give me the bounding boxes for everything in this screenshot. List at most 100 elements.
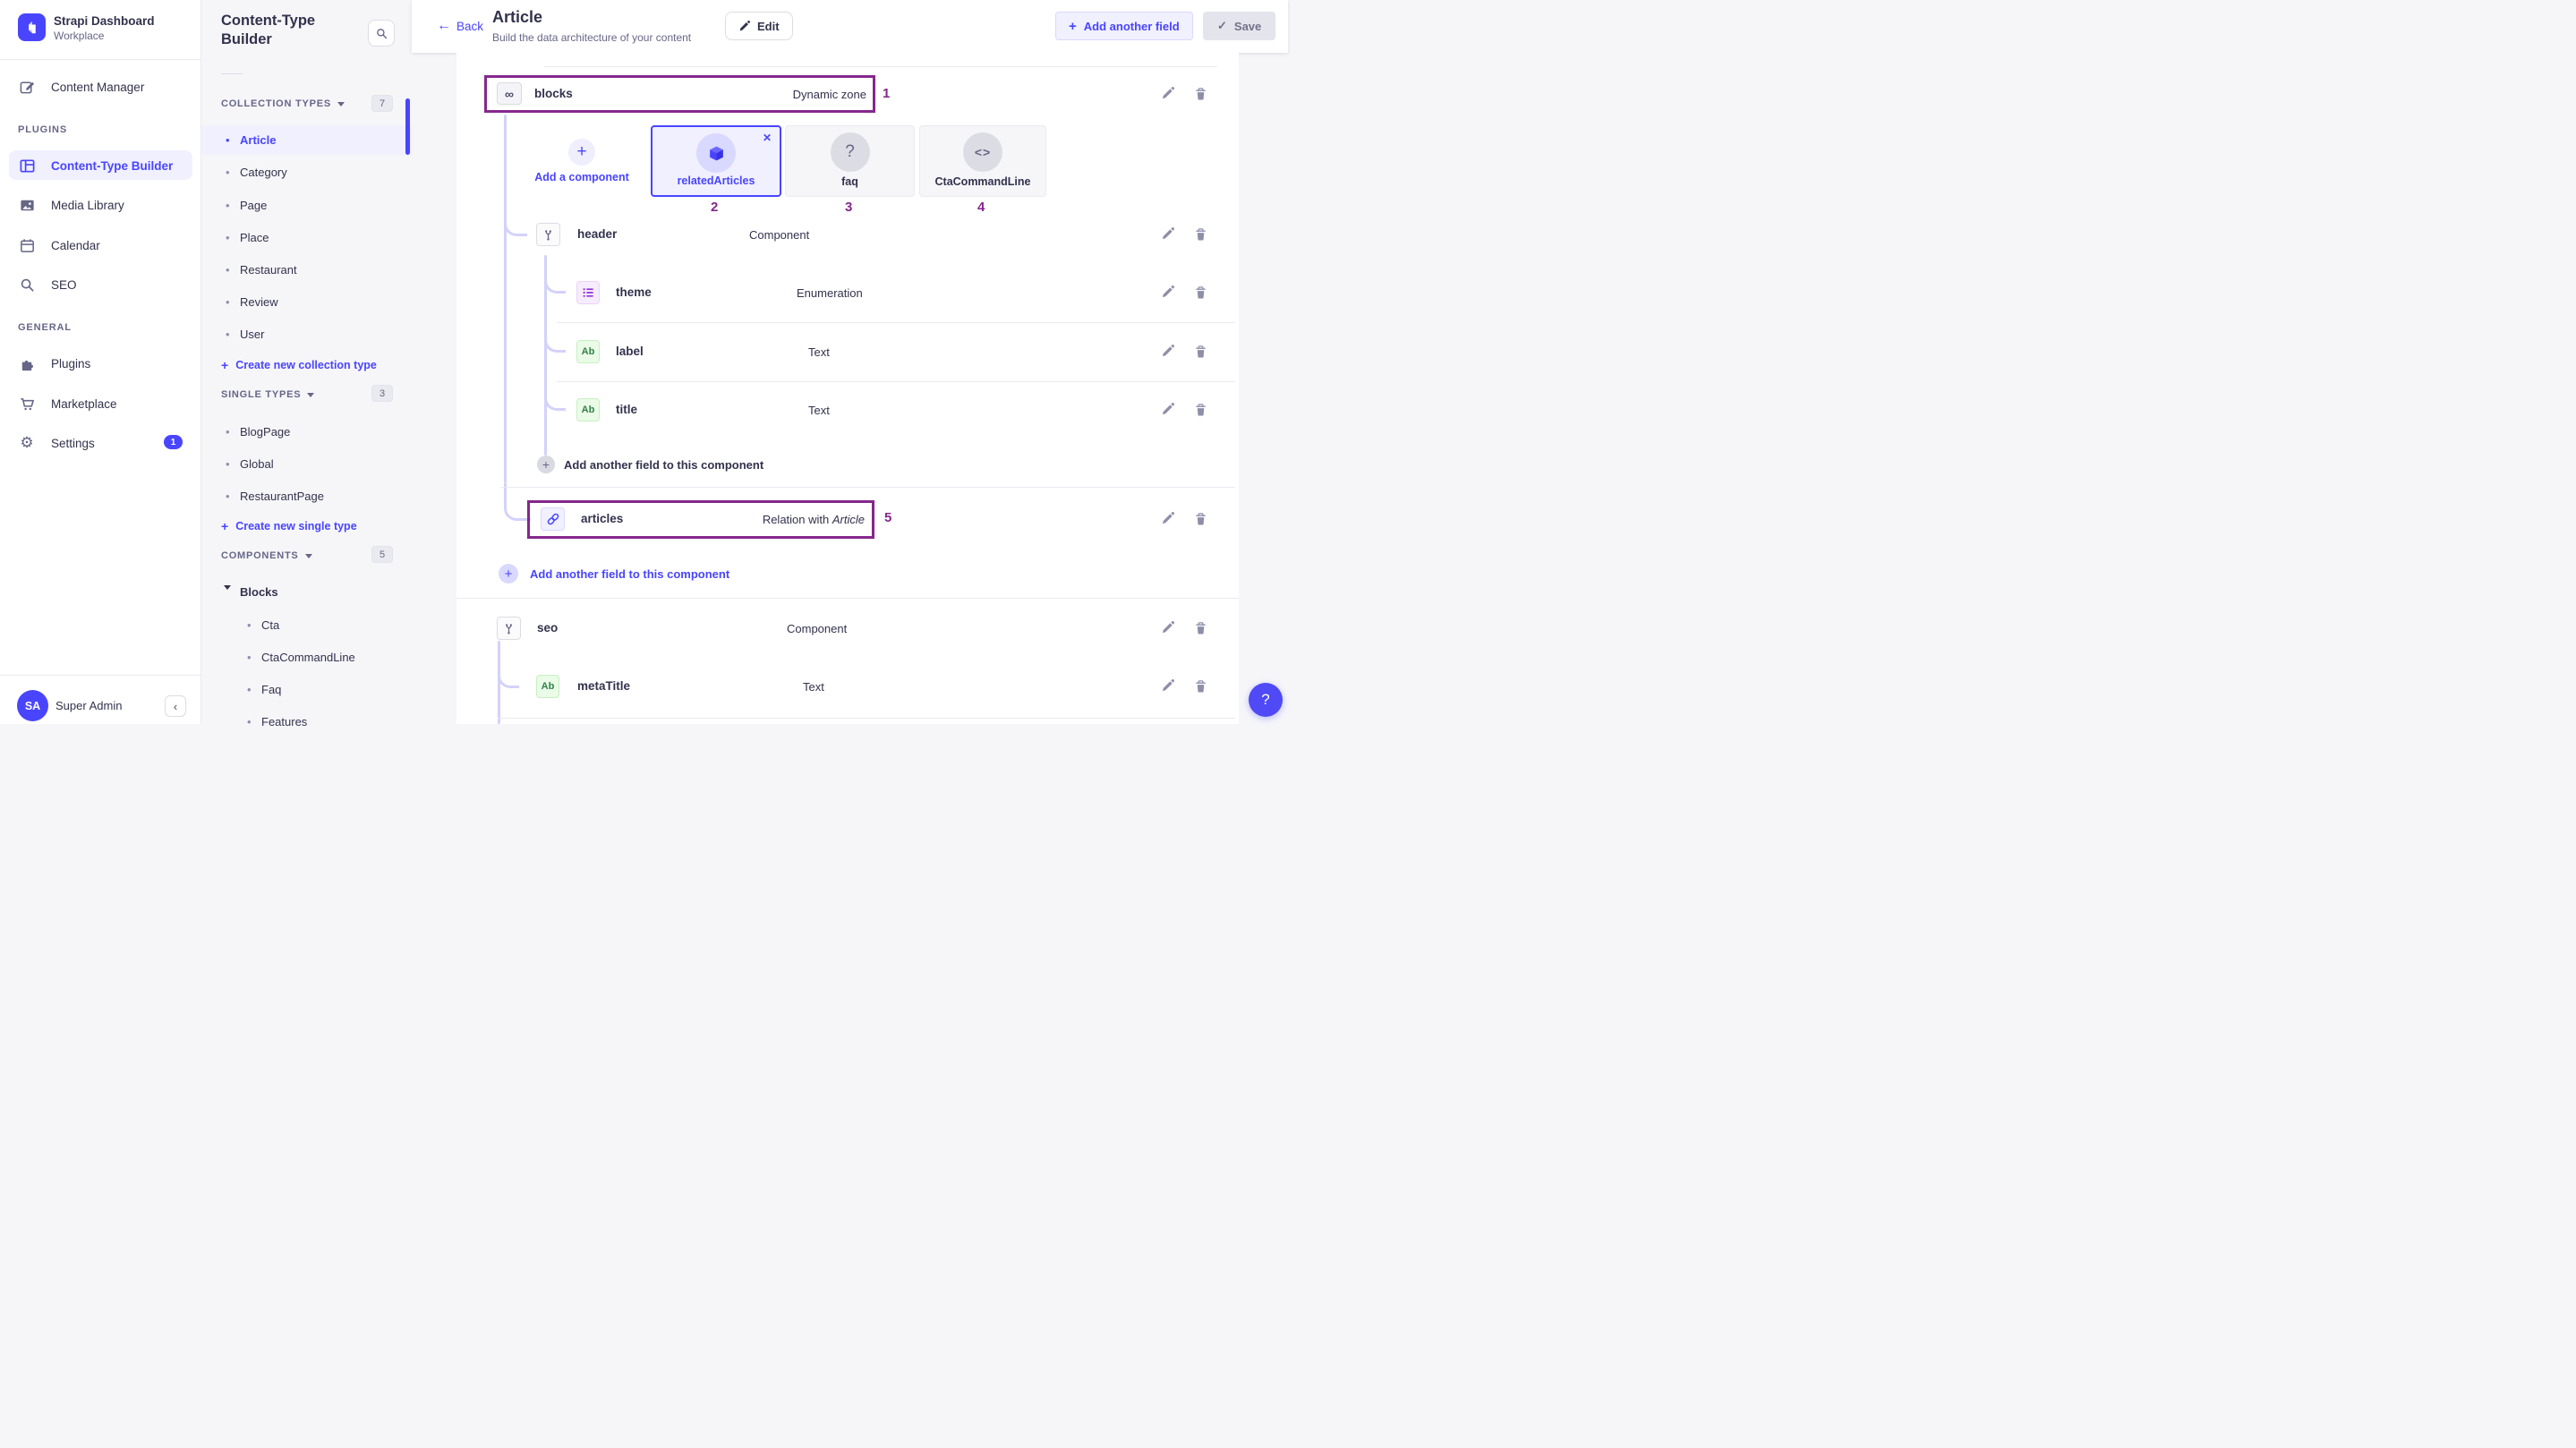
field-name-blocks[interactable]: blocks (534, 87, 573, 100)
sidebar-item-settings[interactable]: ⚙ Settings (18, 434, 95, 452)
bullet-icon: • (226, 263, 230, 277)
bullet-icon: • (226, 133, 230, 147)
trash-icon (1194, 403, 1207, 416)
help-button[interactable]: ? (1249, 683, 1283, 717)
panel-item-article[interactable]: • Article (201, 125, 412, 155)
delete-field-button[interactable] (1193, 679, 1207, 694)
field-name-title[interactable]: title (616, 403, 637, 416)
field-name-label[interactable]: label (616, 345, 644, 358)
delete-field-button[interactable] (1193, 227, 1207, 242)
single-types-heading[interactable]: SINGLE TYPES (221, 389, 314, 400)
sidebar-item-content-type-builder[interactable]: Content-Type Builder (18, 157, 173, 175)
delete-field-button[interactable] (1193, 621, 1207, 635)
panel-item-restaurantpage[interactable]: •RestaurantPage (201, 481, 412, 511)
chevron-down-icon (224, 590, 231, 603)
panel-item-label: Faq (261, 683, 281, 696)
panel-item-category[interactable]: •Category (201, 158, 412, 187)
panel-scrollbar-thumb[interactable] (405, 98, 410, 155)
avatar[interactable]: SA (17, 690, 48, 721)
collection-types-label: COLLECTION TYPES (221, 98, 331, 109)
edit-field-button[interactable] (1160, 345, 1174, 359)
add-field-outer-button[interactable]: + (499, 564, 518, 583)
delete-field-button[interactable] (1193, 512, 1207, 526)
component-tile-faq[interactable]: ? faq (785, 125, 915, 197)
chevron-left-icon: ‹ (174, 700, 177, 713)
component-cube-icon (696, 133, 736, 173)
panel-item-label: Article (240, 133, 276, 147)
panel-item-label: BlogPage (240, 425, 290, 439)
field-name-header[interactable]: header (577, 227, 617, 241)
sidebar-item-content-manager[interactable]: Content Manager (18, 78, 144, 96)
remove-component-button[interactable]: ✕ (761, 130, 773, 146)
add-another-field-button[interactable]: + Add another field (1055, 12, 1193, 40)
add-component-button[interactable]: + (568, 139, 595, 166)
divider (500, 487, 1235, 488)
sidebar-item-plugins[interactable]: Plugins (18, 354, 90, 372)
panel-item-place[interactable]: •Place (201, 223, 412, 252)
pencil-icon (1161, 621, 1174, 635)
sidebar-item-seo[interactable]: SEO (18, 276, 77, 294)
trash-icon (1194, 87, 1207, 100)
back-link[interactable]: ← Back (437, 19, 483, 33)
edit-field-button[interactable] (1160, 285, 1174, 300)
delete-field-button[interactable] (1193, 87, 1207, 101)
component-tile-relatedarticles[interactable]: ✕ relatedArticles (651, 125, 781, 197)
gear-icon: ⚙ (18, 434, 36, 452)
tree-curve-title (544, 380, 566, 411)
field-type-seo: Component (787, 622, 847, 635)
edit-field-button[interactable] (1160, 512, 1174, 526)
edit-field-button[interactable] (1160, 621, 1174, 635)
edit-field-button[interactable] (1160, 403, 1174, 417)
component-tile-ctacommandline[interactable]: <> CtaCommandLine (919, 125, 1046, 197)
collapse-sidebar-button[interactable]: ‹ (165, 695, 186, 717)
field-name-metatitle[interactable]: metaTitle (577, 679, 630, 693)
edit-button[interactable]: Edit (725, 12, 793, 40)
trash-icon (1194, 512, 1207, 525)
sidebar-item-label: Marketplace (51, 397, 117, 411)
panel-item-review[interactable]: •Review (201, 287, 412, 317)
save-button[interactable]: ✓ Save (1203, 12, 1275, 40)
bullet-icon: • (226, 328, 230, 341)
create-collection-type-label: Create new collection type (235, 359, 377, 371)
component-tile-label: relatedArticles (653, 175, 780, 187)
delete-field-button[interactable] (1193, 285, 1207, 300)
search-button[interactable] (368, 20, 395, 47)
add-field-inner-button[interactable]: + (537, 456, 555, 473)
panel-item-user[interactable]: •User (201, 319, 412, 349)
panel-group-blocks[interactable]: Blocks (201, 577, 412, 607)
components-heading[interactable]: COMPONENTS (221, 550, 312, 561)
edit-field-button[interactable] (1160, 87, 1174, 101)
panel-item-page[interactable]: •Page (201, 191, 412, 220)
panel-item-blogpage[interactable]: •BlogPage (201, 417, 412, 447)
plus-icon: + (221, 519, 228, 533)
create-collection-type-link[interactable]: + Create new collection type (221, 358, 377, 372)
media-library-icon (18, 196, 36, 214)
divider (557, 381, 1235, 382)
question-glyph: ? (845, 142, 855, 162)
add-field-outer-label[interactable]: Add another field to this component (530, 567, 729, 581)
panel-item-label: Restaurant (240, 263, 297, 277)
field-name-seo[interactable]: seo (537, 621, 558, 635)
collection-types-heading[interactable]: COLLECTION TYPES (221, 98, 345, 109)
add-field-inner-label[interactable]: Add another field to this component (564, 458, 763, 472)
field-name-articles[interactable]: articles (581, 512, 623, 525)
sidebar-item-media-library[interactable]: Media Library (18, 196, 124, 214)
sidebar-item-calendar[interactable]: Calendar (18, 236, 100, 254)
delete-field-button[interactable] (1193, 403, 1207, 417)
bullet-icon: • (226, 295, 230, 309)
edit-field-button[interactable] (1160, 227, 1174, 242)
pencil-icon (1161, 403, 1174, 416)
create-single-type-link[interactable]: + Create new single type (221, 519, 357, 533)
create-single-type-label: Create new single type (235, 520, 356, 532)
panel-item-cta[interactable]: •Cta (201, 610, 412, 640)
sidebar-item-marketplace[interactable]: Marketplace (18, 395, 117, 413)
panel-item-features[interactable]: •Features (201, 707, 412, 737)
delete-field-button[interactable] (1193, 345, 1207, 359)
panel-item-faq[interactable]: •Faq (201, 675, 412, 704)
add-component-label[interactable]: Add a component (515, 171, 649, 183)
field-name-theme[interactable]: theme (616, 285, 652, 299)
panel-item-ctacommandline[interactable]: •CtaCommandLine (201, 643, 412, 672)
panel-item-global[interactable]: •Global (201, 449, 412, 479)
panel-item-restaurant[interactable]: • Restaurant (201, 255, 412, 285)
edit-field-button[interactable] (1160, 679, 1174, 694)
